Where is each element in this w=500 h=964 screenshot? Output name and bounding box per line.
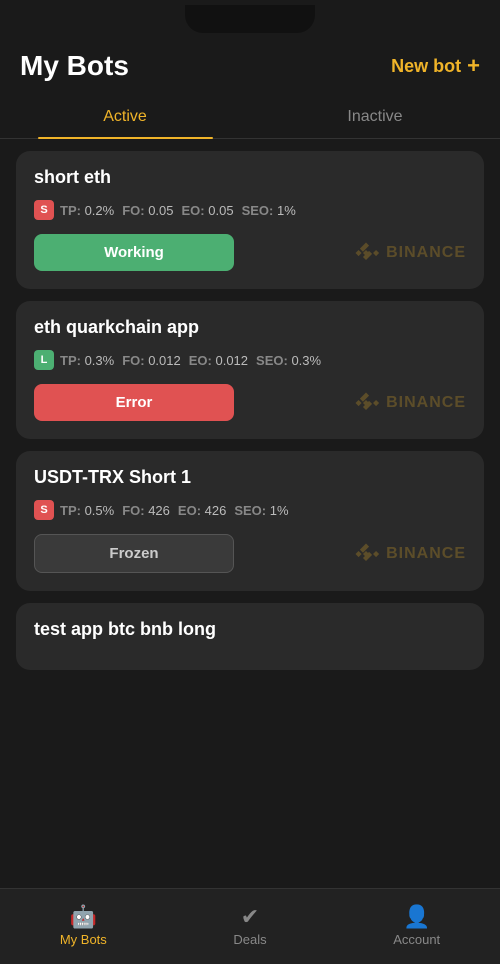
param-fo: FO: 0.05 bbox=[122, 203, 173, 218]
bot-params: S TP: 0.2% FO: 0.05 EO: 0.05 SEO: 1% bbox=[34, 200, 466, 220]
nav-item-account[interactable]: 👤 Account bbox=[333, 889, 500, 964]
account-label: Account bbox=[393, 932, 440, 947]
binance-text: BINANCE bbox=[386, 394, 466, 412]
tab-inactive[interactable]: Inactive bbox=[250, 98, 500, 138]
binance-logo: BINANCE bbox=[352, 540, 466, 568]
param-eo: EO: 0.05 bbox=[182, 203, 234, 218]
binance-logo: BINANCE bbox=[352, 239, 466, 267]
bot-name: short eth bbox=[34, 167, 466, 188]
param-tp: TP: 0.5% bbox=[60, 503, 114, 518]
bot-badge: L bbox=[34, 350, 54, 370]
bot-footer: Error BINANCE bbox=[34, 384, 466, 421]
bot-card-usdt-trx[interactable]: USDT-TRX Short 1 S TP: 0.5% FO: 426 EO: … bbox=[16, 451, 484, 591]
bot-footer: Working BINANCE bbox=[34, 234, 466, 271]
status-working-button[interactable]: Working bbox=[34, 234, 234, 271]
bot-name: USDT-TRX Short 1 bbox=[34, 467, 466, 488]
binance-text: BINANCE bbox=[386, 244, 466, 262]
param-seo: SEO: 1% bbox=[242, 203, 296, 218]
bot-badge: S bbox=[34, 200, 54, 220]
notch-area bbox=[0, 0, 500, 40]
new-bot-button[interactable]: New bot + bbox=[391, 53, 480, 79]
bot-card-eth-quark[interactable]: eth quarkchain app L TP: 0.3% FO: 0.012 … bbox=[16, 301, 484, 439]
bottom-nav: 🤖 My Bots ✔ Deals 👤 Account bbox=[0, 888, 500, 964]
notch bbox=[185, 5, 315, 33]
account-icon: 👤 bbox=[403, 906, 430, 928]
new-bot-label: New bot bbox=[391, 56, 461, 77]
mybots-label: My Bots bbox=[60, 932, 107, 947]
bot-name: test app btc bnb long bbox=[34, 619, 466, 640]
param-eo: EO: 0.012 bbox=[189, 353, 248, 368]
status-frozen-button[interactable]: Frozen bbox=[34, 534, 234, 573]
param-seo: SEO: 0.3% bbox=[256, 353, 321, 368]
param-seo: SEO: 1% bbox=[234, 503, 288, 518]
deals-icon: ✔ bbox=[241, 906, 259, 928]
status-error-button[interactable]: Error bbox=[34, 384, 234, 421]
bot-footer: Frozen BINANCE bbox=[34, 534, 466, 573]
new-bot-plus-icon: + bbox=[467, 53, 480, 79]
binance-text: BINANCE bbox=[386, 545, 466, 563]
param-fo: FO: 0.012 bbox=[122, 353, 181, 368]
bot-name: eth quarkchain app bbox=[34, 317, 466, 338]
param-eo: EO: 426 bbox=[178, 503, 226, 518]
deals-label: Deals bbox=[233, 932, 266, 947]
tabs-container: Active Inactive bbox=[0, 98, 500, 139]
nav-item-deals[interactable]: ✔ Deals bbox=[167, 889, 334, 964]
param-tp: TP: 0.3% bbox=[60, 353, 114, 368]
page-title: My Bots bbox=[20, 50, 129, 82]
bot-params: S TP: 0.5% FO: 426 EO: 426 SEO: 1% bbox=[34, 500, 466, 520]
params-row: TP: 0.2% FO: 0.05 EO: 0.05 SEO: 1% bbox=[60, 203, 296, 218]
params-row: TP: 0.3% FO: 0.012 EO: 0.012 SEO: 0.3% bbox=[60, 353, 321, 368]
mybots-icon: 🤖 bbox=[70, 906, 97, 928]
param-tp: TP: 0.2% bbox=[60, 203, 114, 218]
nav-item-mybots[interactable]: 🤖 My Bots bbox=[0, 889, 167, 964]
header: My Bots New bot + bbox=[0, 40, 500, 82]
binance-logo: BINANCE bbox=[352, 389, 466, 417]
bot-card-test-app[interactable]: test app btc bnb long bbox=[16, 603, 484, 670]
bot-params: L TP: 0.3% FO: 0.012 EO: 0.012 SEO: 0.3% bbox=[34, 350, 466, 370]
bot-badge: S bbox=[34, 500, 54, 520]
bot-card-short-eth[interactable]: short eth S TP: 0.2% FO: 0.05 EO: 0.05 S… bbox=[16, 151, 484, 289]
bot-list: short eth S TP: 0.2% FO: 0.05 EO: 0.05 S… bbox=[0, 139, 500, 682]
param-fo: FO: 426 bbox=[122, 503, 170, 518]
params-row: TP: 0.5% FO: 426 EO: 426 SEO: 1% bbox=[60, 503, 289, 518]
tab-active[interactable]: Active bbox=[0, 98, 250, 138]
